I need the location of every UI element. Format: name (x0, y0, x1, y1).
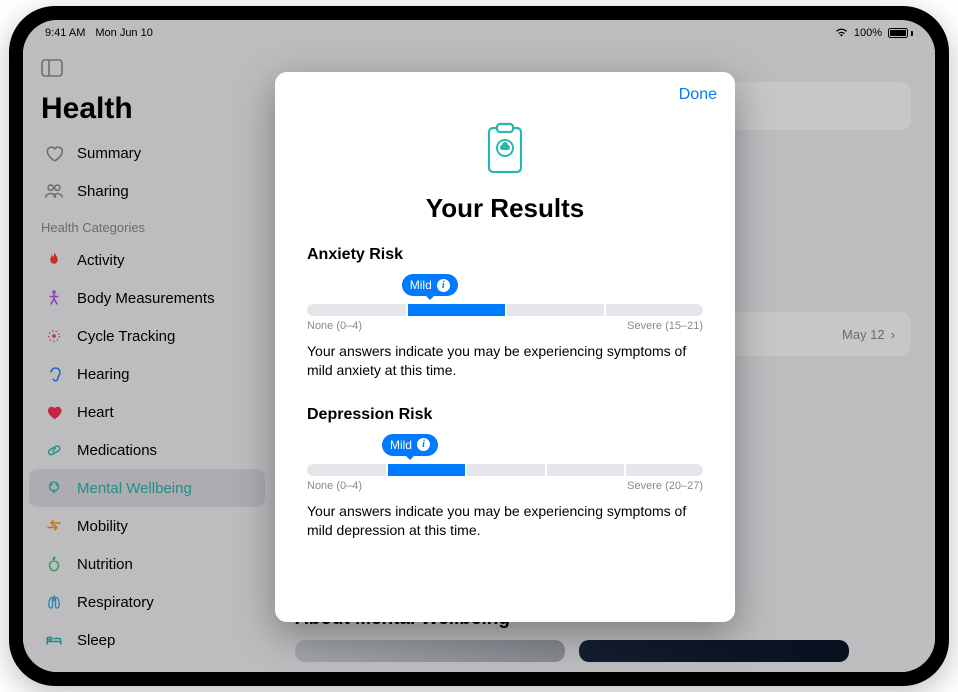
clipboard-brain-icon (481, 120, 529, 193)
scale-low-label: None (0–4) (307, 480, 362, 492)
screen: 9:41 AM Mon Jun 10 100% ••• (23, 20, 935, 672)
risk-pill[interactable]: Mildi (402, 274, 458, 296)
modal-title: Your Results (426, 193, 584, 224)
risk-title: Anxiety Risk (307, 246, 703, 264)
ipad-frame: 9:41 AM Mon Jun 10 100% ••• (9, 6, 949, 686)
scale-low-label: None (0–4) (307, 320, 362, 332)
info-icon[interactable]: i (417, 438, 430, 451)
risk-section-anxiety-risk: Anxiety Risk Mildi None (0–4) Severe (15–21… (307, 246, 703, 380)
risk-section-depression-risk: Depression Risk Mildi None (0–4) Severe (20… (307, 406, 703, 540)
risk-pill-label: Mild (390, 438, 412, 452)
risk-description: Your answers indicate you may be experie… (307, 342, 703, 380)
results-modal: Done Your Results Anxiety RiskMildiNone … (275, 72, 735, 622)
risk-description: Your answers indicate you may be experie… (307, 502, 703, 540)
info-icon[interactable]: i (437, 279, 450, 292)
scale-high-label: Severe (15–21) (627, 320, 703, 332)
risk-pill-label: Mild (410, 278, 432, 292)
risk-title: Depression Risk (307, 406, 703, 424)
risk-track (307, 304, 703, 316)
done-button[interactable]: Done (679, 86, 717, 104)
risk-track (307, 464, 703, 476)
risk-pill[interactable]: Mildi (382, 434, 438, 456)
scale-high-label: Severe (20–27) (627, 480, 703, 492)
